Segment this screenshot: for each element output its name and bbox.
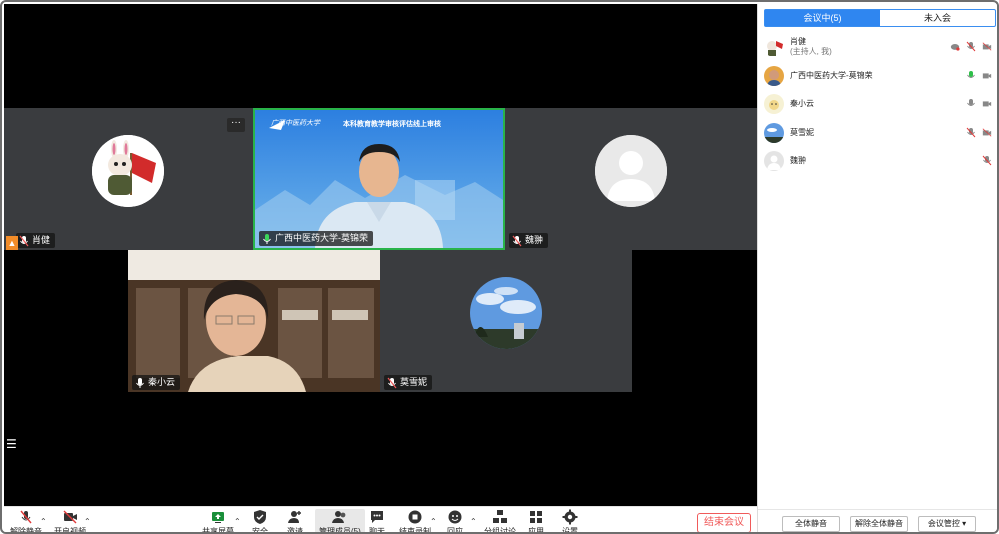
meeting-window: ··· 肖健 ▲ 广西中医药大学 本科教育教学审核评估线上审核 广西中医药大学-… bbox=[0, 0, 999, 534]
participant-name: 魏翀 bbox=[525, 235, 544, 245]
apps-button[interactable]: 应用 bbox=[528, 509, 544, 532]
meeting-toolbar: 解除静音 ⌃ 开启视频 ⌃ 共享屏幕 ⌃ 安全 邀请 管理成员(5) 聊天 结束… bbox=[4, 506, 757, 532]
list-toggle-icon[interactable]: ☰ bbox=[6, 437, 22, 453]
member-name: 秦小云 bbox=[790, 99, 814, 108]
video-caret-icon[interactable]: ⌃ bbox=[84, 517, 91, 526]
participant-name: 广西中医药大学-莫锦荣 bbox=[275, 233, 368, 243]
host-badge-icon: ▲ bbox=[6, 236, 18, 250]
member-name: 广西中医药大学-莫锦荣 bbox=[790, 71, 873, 80]
banner-text: 本科教育教学审核评估线上审核 bbox=[343, 121, 441, 128]
video-tile-weichong[interactable]: 魏翀 bbox=[505, 108, 757, 250]
name-tag-weichong: 魏翀 bbox=[509, 233, 549, 248]
video-off-icon[interactable] bbox=[982, 41, 992, 52]
gear-icon bbox=[562, 509, 578, 525]
breakout-button[interactable]: 分组讨论 bbox=[484, 509, 516, 532]
video-on-icon[interactable] bbox=[982, 70, 992, 81]
mic-muted-icon bbox=[20, 510, 32, 524]
video-tile-mojinrong[interactable]: 广西中医药大学 本科教育教学审核评估线上审核 广西中医药大学-莫锦荣 bbox=[253, 108, 505, 250]
member-row-moxueni[interactable]: 莫雪妮 bbox=[764, 120, 996, 146]
member-role: (主持人, 我) bbox=[790, 47, 832, 56]
stop-recording-button[interactable]: 结束录制 bbox=[399, 509, 431, 532]
share-caret-icon[interactable]: ⌃ bbox=[234, 517, 241, 526]
avatar-xiaojian bbox=[92, 135, 164, 207]
members-icon bbox=[331, 511, 346, 523]
avatar-default-icon bbox=[764, 151, 784, 171]
tab-in-meeting[interactable]: 会议中(5) bbox=[765, 10, 880, 26]
apps-grid-icon bbox=[530, 511, 542, 523]
members-panel: 会议中(5) 未入会 肖健 (主持人, 我) 广西中医药大学-莫锦荣 秦小云 莫… bbox=[757, 4, 997, 532]
record-stop-icon bbox=[408, 510, 422, 524]
avatar bbox=[764, 123, 784, 143]
video-off-icon bbox=[63, 510, 77, 524]
tab-not-joined[interactable]: 未入会 bbox=[880, 10, 995, 26]
video-tile-moxueni[interactable]: 莫雪妮 bbox=[380, 250, 632, 392]
video-tile-qinxiaoyun[interactable]: 秦小云 bbox=[128, 250, 380, 392]
unmute-caret-icon[interactable]: ⌃ bbox=[40, 517, 47, 526]
breakout-rooms-icon bbox=[493, 510, 507, 523]
name-tag-moxueni: 莫雪妮 bbox=[384, 375, 433, 390]
avatar bbox=[764, 37, 784, 57]
manage-members-button[interactable]: 管理成员(5) bbox=[315, 509, 365, 532]
reaction-icon bbox=[448, 510, 462, 524]
react-caret-icon[interactable]: ⌃ bbox=[470, 517, 477, 526]
video-on-icon[interactable] bbox=[982, 98, 992, 109]
mic-muted-icon bbox=[387, 377, 397, 388]
cloud-record-icon bbox=[950, 44, 960, 51]
share-screen-icon bbox=[212, 512, 224, 523]
security-button[interactable]: 安全 bbox=[252, 509, 268, 532]
name-tag-qinxiaoyun: 秦小云 bbox=[132, 375, 181, 390]
mic-muted-icon[interactable] bbox=[982, 155, 992, 166]
more-options-button[interactable]: ··· bbox=[227, 118, 245, 132]
member-name: 魏翀 bbox=[790, 156, 806, 165]
avatar-default-icon bbox=[595, 135, 667, 207]
mute-all-button[interactable]: 全体静音 bbox=[782, 516, 840, 532]
member-row-qinxiaoyun[interactable]: 秦小云 bbox=[764, 91, 996, 117]
chat-icon bbox=[371, 511, 383, 523]
share-screen-button[interactable]: 共享屏幕 bbox=[202, 509, 234, 532]
avatar bbox=[764, 94, 784, 114]
member-row-mojinrong[interactable]: 广西中医药大学-莫锦荣 bbox=[764, 63, 996, 89]
avatar-moxueni bbox=[470, 277, 542, 349]
start-video-button[interactable]: 开启视频 bbox=[54, 509, 86, 532]
unmute-button[interactable]: 解除静音 bbox=[10, 509, 42, 532]
mic-active-icon[interactable] bbox=[966, 70, 976, 81]
mic-muted-icon bbox=[512, 235, 522, 246]
participant-name: 秦小云 bbox=[148, 377, 176, 387]
add-user-icon bbox=[288, 511, 301, 523]
speaker-video-feed bbox=[255, 110, 503, 248]
avatar bbox=[764, 66, 784, 86]
participant-video-feed bbox=[128, 250, 380, 392]
mic-muted-icon bbox=[19, 235, 29, 246]
video-stage: ··· 肖健 ▲ 广西中医药大学 本科教育教学审核评估线上审核 广西中医药大学-… bbox=[4, 4, 757, 506]
mic-muted-icon[interactable] bbox=[966, 41, 976, 52]
participant-name: 肖健 bbox=[32, 235, 51, 245]
invite-button[interactable]: 邀请 bbox=[287, 509, 303, 532]
name-tag-mojinrong: 广西中医药大学-莫锦荣 bbox=[259, 231, 373, 246]
mic-on-icon bbox=[136, 377, 144, 388]
unmute-all-button[interactable]: 解除全体静音 bbox=[850, 516, 908, 532]
mic-active-icon bbox=[263, 233, 271, 244]
mic-muted-icon[interactable] bbox=[966, 127, 976, 138]
video-off-icon[interactable] bbox=[982, 127, 992, 138]
members-tabs: 会议中(5) 未入会 bbox=[764, 9, 996, 27]
meeting-control-dropdown[interactable]: 会议管控 ▾ bbox=[918, 516, 976, 532]
participant-name: 莫雪妮 bbox=[400, 377, 428, 387]
member-row-weichong[interactable]: 魏翀 bbox=[764, 148, 996, 174]
member-name: 莫雪妮 bbox=[790, 128, 814, 137]
member-name: 肖健 bbox=[790, 37, 806, 46]
panel-actions: 全体静音 解除全体静音 会议管控 ▾ bbox=[758, 509, 997, 532]
chat-button[interactable]: 聊天 bbox=[369, 509, 385, 532]
video-tile-xiaojian[interactable]: ··· 肖健 bbox=[4, 108, 253, 250]
name-tag-xiaojian: 肖健 bbox=[16, 233, 56, 248]
end-meeting-button[interactable]: 结束会议 bbox=[697, 513, 751, 532]
react-button[interactable]: 回应 bbox=[447, 509, 463, 532]
member-row-xiaojian[interactable]: 肖健 (主持人, 我) bbox=[764, 34, 996, 60]
banner-logo: 广西中医药大学 bbox=[271, 120, 320, 127]
record-caret-icon[interactable]: ⌃ bbox=[430, 517, 437, 526]
shield-icon bbox=[254, 510, 266, 524]
mic-on-icon[interactable] bbox=[966, 98, 976, 109]
settings-button[interactable]: 设置 bbox=[562, 509, 578, 532]
